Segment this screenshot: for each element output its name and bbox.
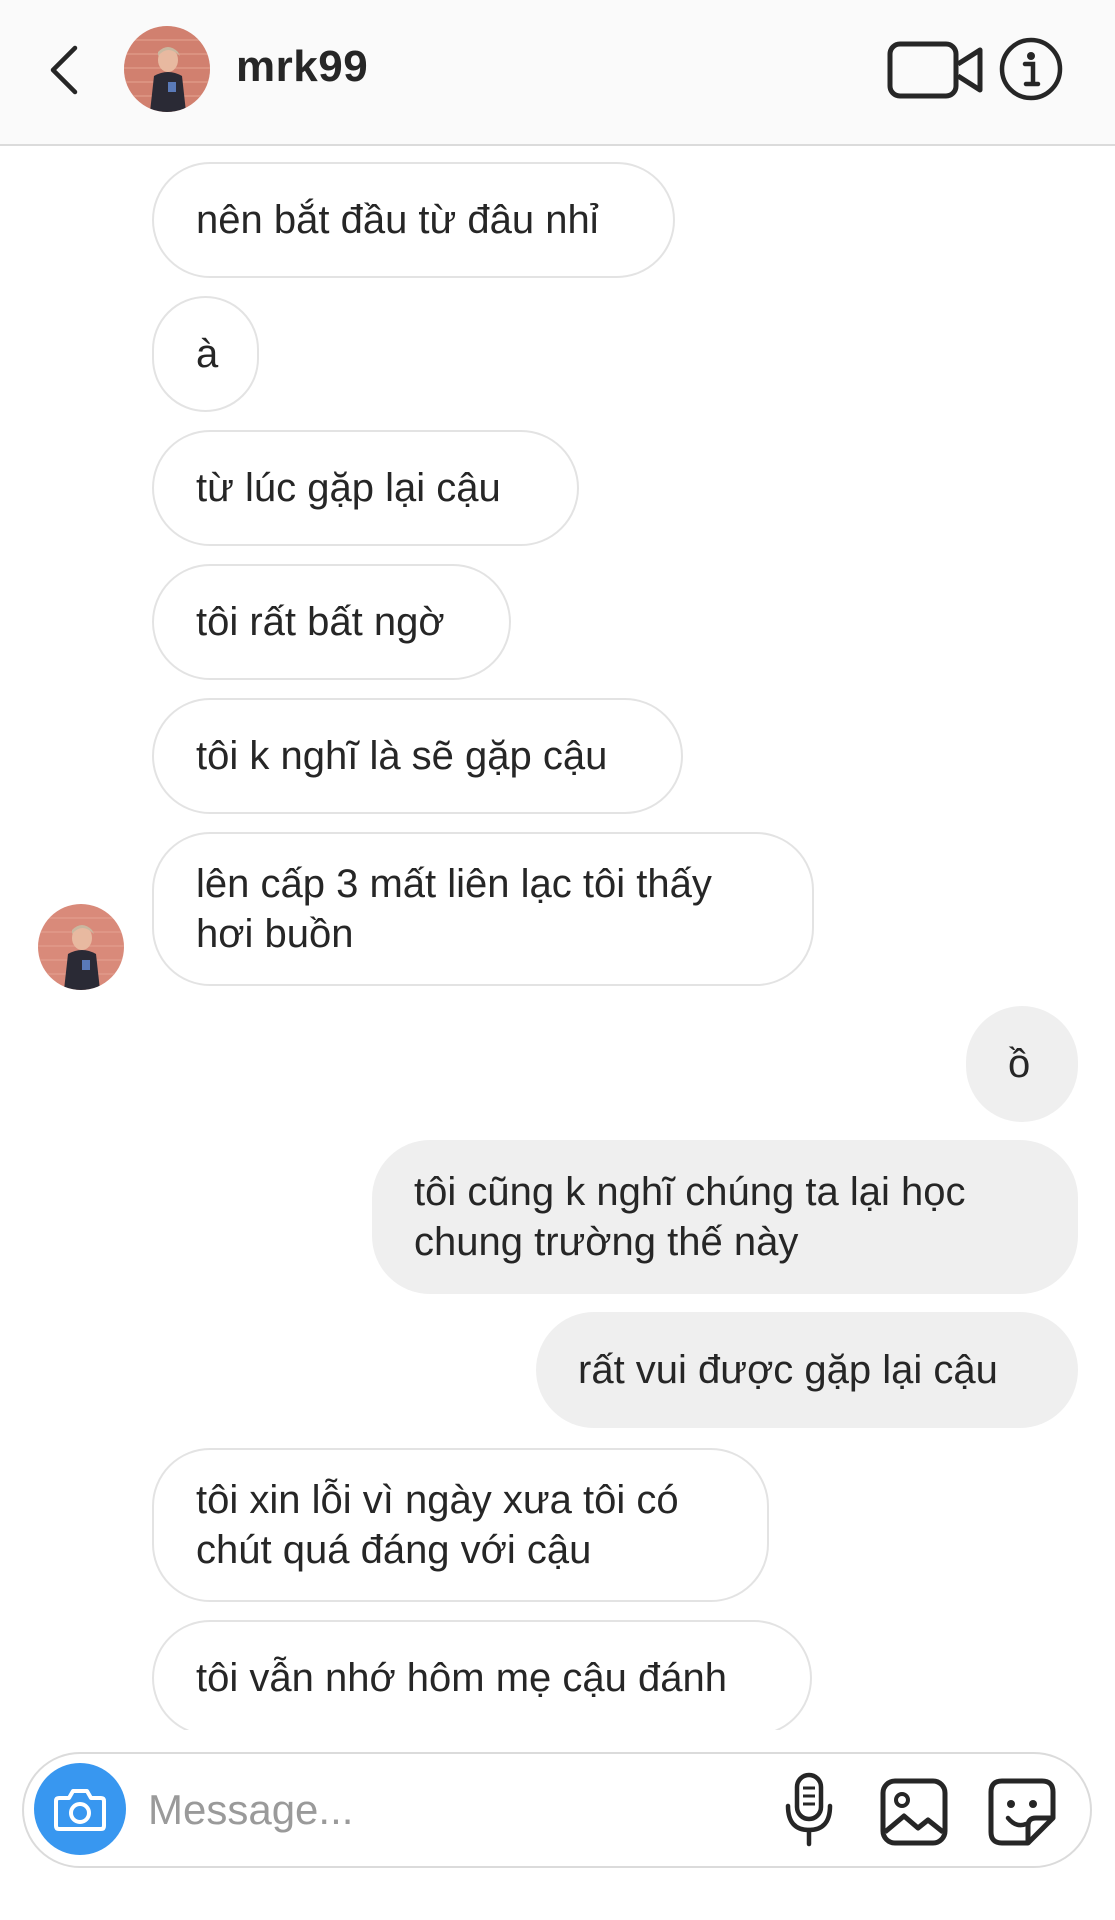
video-call-button[interactable]	[886, 38, 992, 102]
gallery-button[interactable]	[878, 1776, 950, 1848]
message-text: lên cấp 3 mất liên lạc tôi thấy hơi buồn	[196, 862, 712, 956]
message-bubble-outgoing[interactable]: tôi cũng k nghĩ chúng ta lại học chung t…	[372, 1140, 1078, 1294]
message-bubble-incoming[interactable]: tôi rất bất ngờ	[152, 564, 511, 680]
camera-icon	[54, 1789, 106, 1831]
message-text: tôi rất bất ngờ	[196, 600, 445, 644]
message-text: tôi cũng k nghĩ chúng ta lại học chung t…	[414, 1170, 966, 1264]
header-username[interactable]: mrk99	[236, 42, 368, 92]
message-text: tôi xin lỗi vì ngày xưa tôi có chút quá …	[196, 1478, 679, 1572]
camera-button[interactable]	[34, 1763, 126, 1855]
info-button[interactable]	[998, 36, 1064, 102]
sticker-icon	[988, 1778, 1056, 1846]
message-bubble-incoming[interactable]: tôi vẫn nhớ hôm mẹ cậu đánh	[152, 1620, 812, 1730]
avatar-photo-icon	[124, 26, 210, 112]
message-bubble-incoming[interactable]: à	[152, 296, 259, 412]
message-text: à	[196, 332, 219, 376]
message-composer	[22, 1752, 1092, 1868]
gallery-icon	[880, 1778, 948, 1846]
message-text: tôi vẫn nhớ hôm mẹ cậu đánh	[196, 1656, 727, 1700]
message-text: nên bắt đầu từ đâu nhỉ	[196, 198, 599, 242]
message-text: từ lúc gặp lại cậu	[196, 466, 501, 510]
message-text: rất vui được gặp lại cậu	[578, 1348, 998, 1392]
chevron-left-icon	[50, 45, 78, 95]
message-text: ồ	[1008, 1042, 1031, 1086]
message-bubble-incoming[interactable]: tôi xin lỗi vì ngày xưa tôi có chút quá …	[152, 1448, 769, 1602]
sender-avatar[interactable]	[38, 904, 124, 990]
chat-header: mrk99	[0, 0, 1115, 146]
message-thread[interactable]: nên bắt đầu từ đâu nhỉ à từ lúc gặp lại …	[0, 146, 1115, 1730]
avatar-photo-icon	[38, 904, 124, 990]
video-camera-icon	[887, 41, 983, 99]
message-bubble-outgoing[interactable]: ồ	[966, 1006, 1078, 1122]
message-bubble-incoming[interactable]: lên cấp 3 mất liên lạc tôi thấy hơi buồn	[152, 832, 814, 986]
message-input[interactable]	[146, 1774, 770, 1846]
message-bubble-incoming[interactable]: nên bắt đầu từ đâu nhỉ	[152, 162, 675, 278]
info-icon	[999, 37, 1063, 101]
voice-message-button[interactable]	[776, 1772, 842, 1848]
header-avatar[interactable]	[124, 26, 210, 112]
message-bubble-outgoing[interactable]: rất vui được gặp lại cậu	[536, 1312, 1078, 1428]
message-bubble-incoming[interactable]: từ lúc gặp lại cậu	[152, 430, 579, 546]
back-button[interactable]	[34, 30, 94, 110]
message-text: tôi k nghĩ là sẽ gặp cậu	[196, 734, 608, 778]
sticker-button[interactable]	[986, 1776, 1058, 1848]
microphone-icon	[785, 1772, 833, 1847]
message-bubble-incoming[interactable]: tôi k nghĩ là sẽ gặp cậu	[152, 698, 683, 814]
